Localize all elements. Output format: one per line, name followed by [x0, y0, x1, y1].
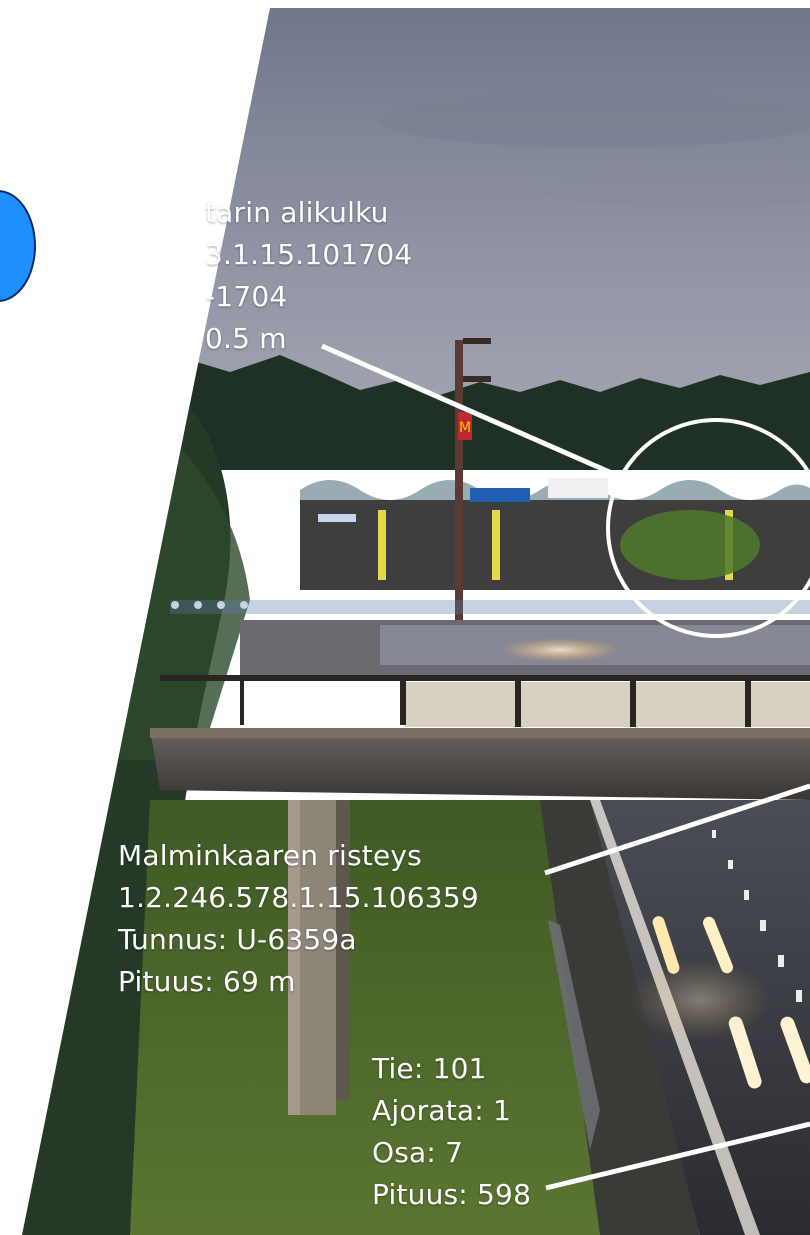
label-road-carriageway: Ajorata: 1 [372, 1094, 512, 1127]
label-underpass-oid: 3.1.15.101704 [205, 238, 413, 271]
label-underpass: tarin alikulku 3.1.15.101704 -1704 0.5 m [205, 192, 412, 360]
label-junction-name: Malminkaaren risteys [118, 839, 422, 872]
label-junction-length: Pituus: 69 m [118, 965, 296, 998]
label-junction-id: Tunnus: U-6359a [118, 923, 357, 956]
label-road-section: Osa: 7 [372, 1136, 464, 1169]
label-road-number: Tie: 101 [372, 1052, 487, 1085]
stage: M tarin alikulku 3.1.15.101704 -1704 0.5… [0, 0, 810, 1235]
main-bridge-deck [150, 728, 810, 800]
label-underpass-id: -1704 [205, 280, 288, 313]
blue-circle-marker[interactable] [0, 190, 36, 302]
label-road-length: Pituus: 598 [372, 1178, 532, 1211]
svg-text:M: M [459, 420, 471, 436]
label-underpass-length: 0.5 m [205, 322, 287, 355]
label-underpass-name: tarin alikulku [205, 196, 389, 229]
label-junction: Malminkaaren risteys 1.2.246.578.1.15.10… [118, 835, 479, 1003]
label-road: Tie: 101 Ajorata: 1 Osa: 7 Pituus: 598 [372, 1048, 531, 1216]
label-junction-oid: 1.2.246.578.1.15.106359 [118, 881, 479, 914]
